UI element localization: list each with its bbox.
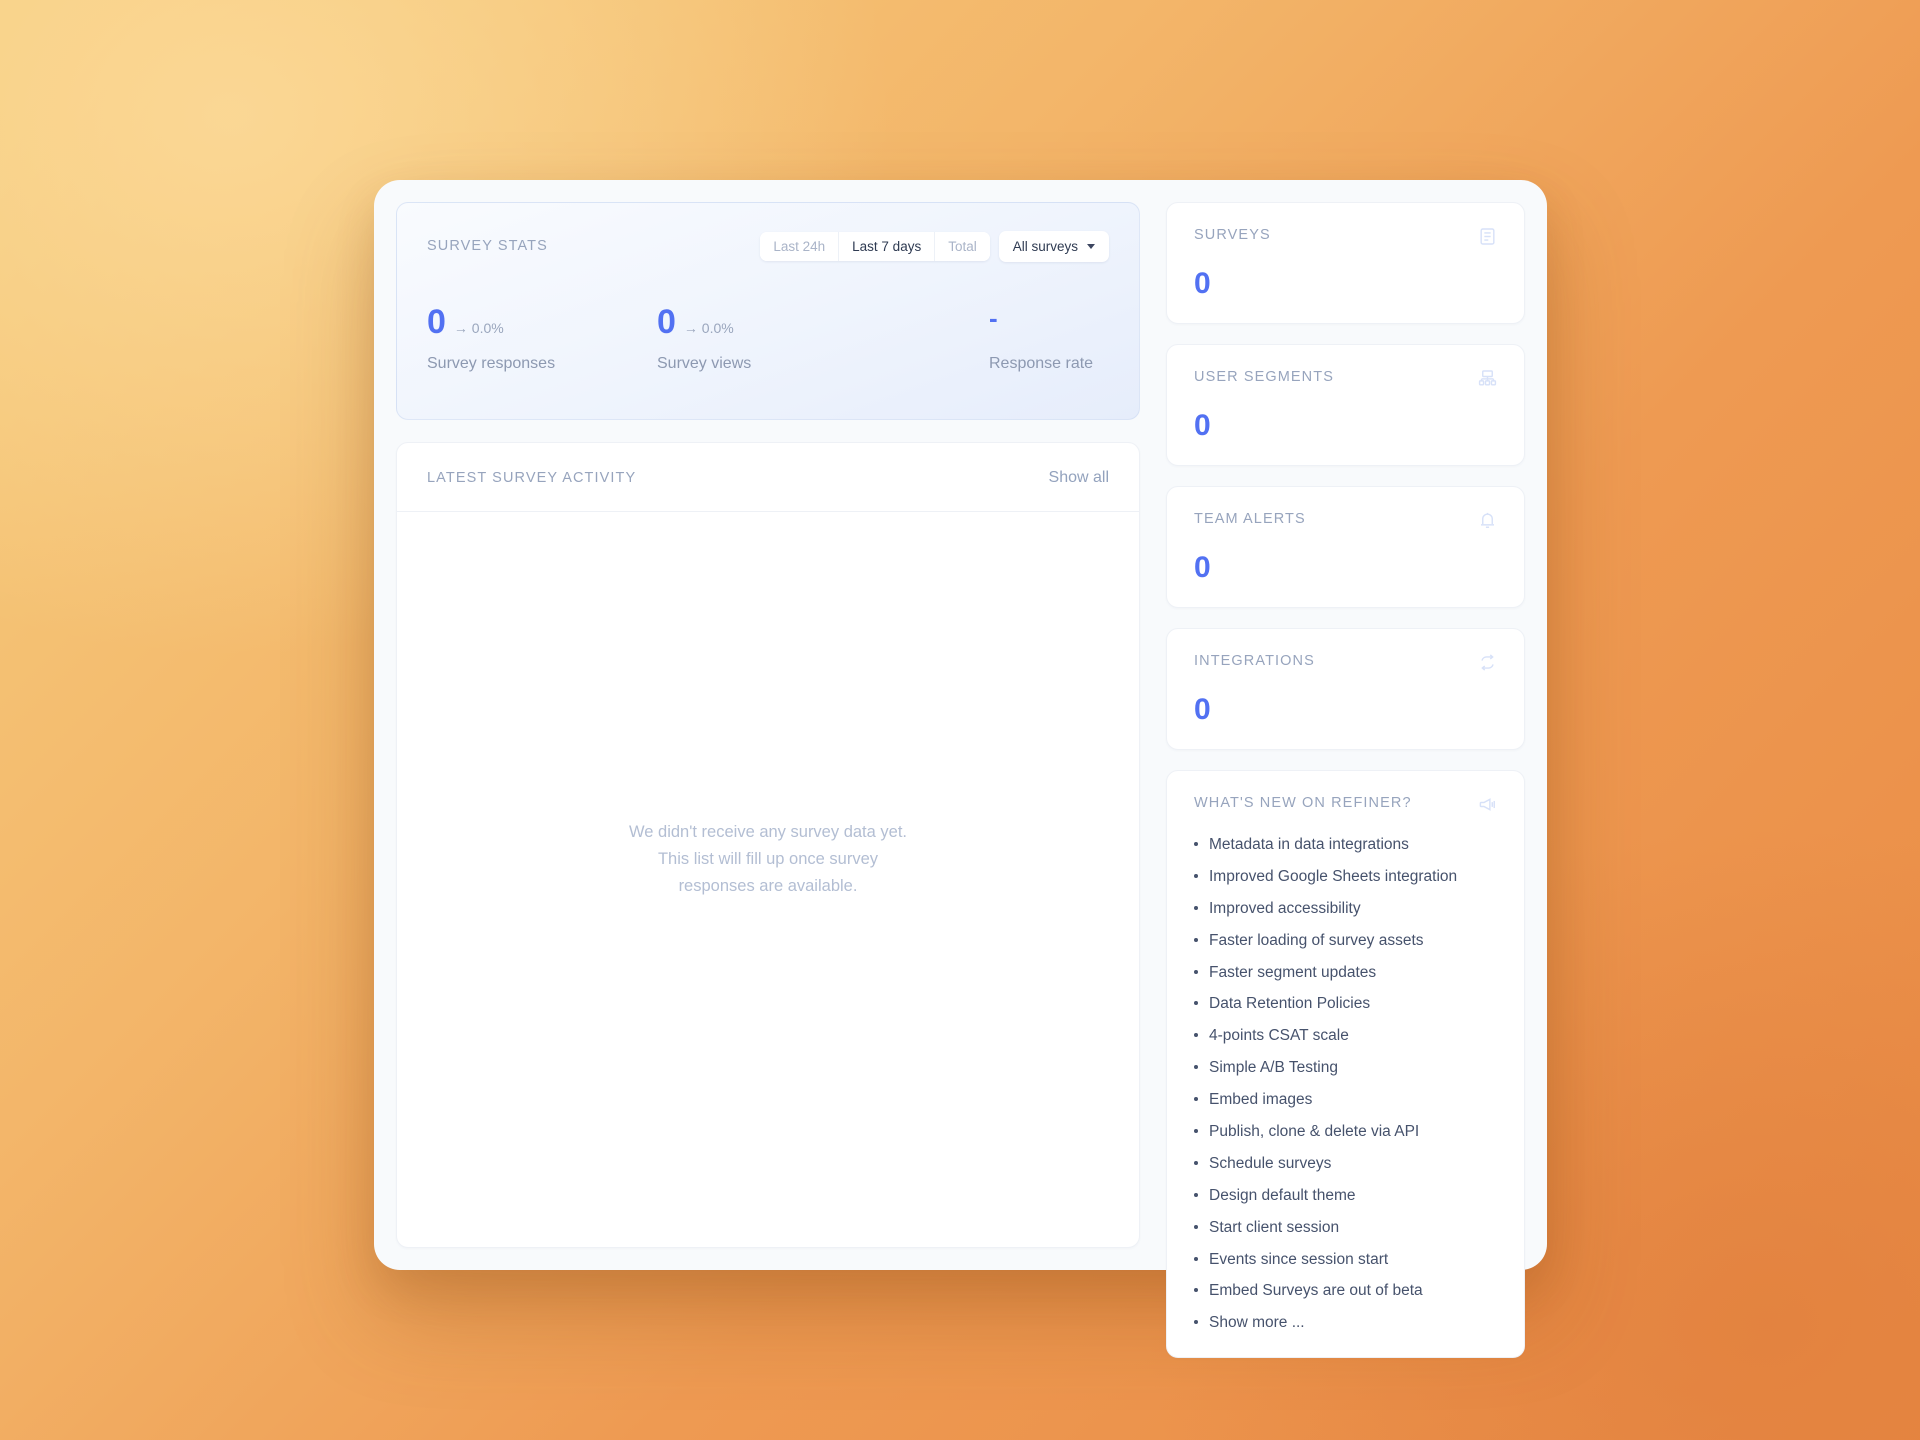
show-all-link[interactable]: Show all xyxy=(1049,469,1109,487)
metric-title: INTEGRATIONS xyxy=(1194,653,1315,669)
list-item[interactable]: Schedule surveys xyxy=(1194,1156,1497,1172)
activity-empty-state: We didn't receive any survey data yet. T… xyxy=(629,819,907,899)
latest-survey-activity-card: LATEST SURVEY ACTIVITY Show all We didn'… xyxy=(396,442,1140,1248)
survey-stats-title: SURVEY STATS xyxy=(427,238,548,254)
date-range-segmented-control[interactable]: Last 24h Last 7 days Total xyxy=(760,231,990,261)
document-list-icon xyxy=(1478,227,1497,251)
stat-value: 0 xyxy=(657,303,676,341)
list-item[interactable]: Embed Surveys are out of beta xyxy=(1194,1283,1497,1299)
whats-new-header: WHAT'S NEW ON REFINER? xyxy=(1194,795,1497,819)
survey-stats-header: SURVEY STATS Last 24h Last 7 days Total … xyxy=(427,229,1109,263)
metric-header: SURVEYS xyxy=(1194,227,1497,251)
sidebar-column: SURVEYS 0 USER SEGMENTS 0 TEAM ALERTS 0 … xyxy=(1166,202,1525,1358)
metric-title: USER SEGMENTS xyxy=(1194,369,1334,385)
stat-value: - xyxy=(989,303,998,333)
metric-value: 0 xyxy=(1194,409,1211,442)
dashboard-window: SURVEY STATS Last 24h Last 7 days Total … xyxy=(374,180,1547,1358)
whats-new-card: WHAT'S NEW ON REFINER? Metadata in data … xyxy=(1166,770,1525,1358)
list-item[interactable]: Embed images xyxy=(1194,1092,1497,1108)
list-item[interactable]: Design default theme xyxy=(1194,1188,1497,1204)
list-item[interactable]: Faster loading of survey assets xyxy=(1194,933,1497,949)
metric-header: TEAM ALERTS xyxy=(1194,511,1497,535)
chevron-down-icon xyxy=(1087,243,1095,249)
survey-filter-dropdown[interactable]: All surveys xyxy=(998,230,1109,262)
range-option-last-24h[interactable]: Last 24h xyxy=(760,231,840,261)
list-item[interactable]: Improved Google Sheets integration xyxy=(1194,869,1497,885)
stat-label: Response rate xyxy=(989,355,1094,372)
list-item[interactable]: Faster segment updates xyxy=(1194,965,1497,981)
metric-value: 0 xyxy=(1194,551,1211,584)
stat-top: - xyxy=(989,305,1117,341)
stat-delta: → 0.0% xyxy=(453,320,504,336)
metric-value: 0 xyxy=(1194,267,1211,300)
activity-body: We didn't receive any survey data yet. T… xyxy=(397,512,1139,1247)
sitemap-icon xyxy=(1478,369,1497,393)
metric-header: USER SEGMENTS xyxy=(1194,369,1497,393)
sync-arrows-icon xyxy=(1478,653,1497,677)
megaphone-icon xyxy=(1478,795,1497,819)
survey-filter-label: All surveys xyxy=(1012,238,1078,254)
stat-delta: → 0.0% xyxy=(683,320,734,336)
main-column: SURVEY STATS Last 24h Last 7 days Total … xyxy=(396,202,1140,1248)
list-item[interactable]: Data Retention Policies xyxy=(1194,996,1497,1012)
empty-state-line-3: responses are available. xyxy=(678,876,858,895)
list-item[interactable]: Improved accessibility xyxy=(1194,901,1497,917)
list-item[interactable]: Events since session start xyxy=(1194,1252,1497,1268)
survey-stats-controls: Last 24h Last 7 days Total All surveys xyxy=(760,230,1109,262)
empty-state-line-1: We didn't receive any survey data yet. xyxy=(629,823,907,842)
stat-value: 0 xyxy=(427,303,446,341)
show-more-link[interactable]: Show more ... xyxy=(1194,1315,1497,1331)
range-option-last-7-days[interactable]: Last 7 days xyxy=(839,231,936,261)
metric-title: TEAM ALERTS xyxy=(1194,511,1306,527)
list-item[interactable]: Start client session xyxy=(1194,1220,1497,1236)
survey-stats-metrics: 0 → 0.0% Survey responses 0 → 0.0% Surve… xyxy=(427,305,1109,373)
bell-icon xyxy=(1478,511,1497,535)
stat-survey-views: 0 → 0.0% Survey views xyxy=(657,305,887,373)
activity-header: LATEST SURVEY ACTIVITY Show all xyxy=(397,443,1139,512)
list-item[interactable]: 4-points CSAT scale xyxy=(1194,1028,1497,1044)
metric-card-integrations[interactable]: INTEGRATIONS 0 xyxy=(1166,628,1525,750)
survey-stats-card: SURVEY STATS Last 24h Last 7 days Total … xyxy=(396,202,1140,420)
range-option-total[interactable]: Total xyxy=(935,231,990,261)
list-item[interactable]: Metadata in data integrations xyxy=(1194,837,1497,853)
metric-value: 0 xyxy=(1194,693,1211,726)
list-item[interactable]: Publish, clone & delete via API xyxy=(1194,1124,1497,1140)
whats-new-title: WHAT'S NEW ON REFINER? xyxy=(1194,795,1412,811)
metric-card-team-alerts[interactable]: TEAM ALERTS 0 xyxy=(1166,486,1525,608)
activity-title: LATEST SURVEY ACTIVITY xyxy=(427,470,637,486)
stat-survey-responses: 0 → 0.0% Survey responses xyxy=(427,305,657,373)
metric-card-user-segments[interactable]: USER SEGMENTS 0 xyxy=(1166,344,1525,466)
stat-label: Survey views xyxy=(657,355,752,372)
empty-state-line-2: This list will fill up once survey xyxy=(657,850,879,869)
metric-card-surveys[interactable]: SURVEYS 0 xyxy=(1166,202,1525,324)
list-item[interactable]: Simple A/B Testing xyxy=(1194,1060,1497,1076)
stat-label: Survey responses xyxy=(427,355,556,372)
whats-new-list: Metadata in data integrations Improved G… xyxy=(1194,837,1497,1331)
stat-response-rate: - Response rate xyxy=(887,305,1117,373)
stat-top: 0 → 0.0% xyxy=(427,305,657,341)
metric-title: SURVEYS xyxy=(1194,227,1271,243)
metric-header: INTEGRATIONS xyxy=(1194,653,1497,677)
stat-top: 0 → 0.0% xyxy=(657,305,887,341)
